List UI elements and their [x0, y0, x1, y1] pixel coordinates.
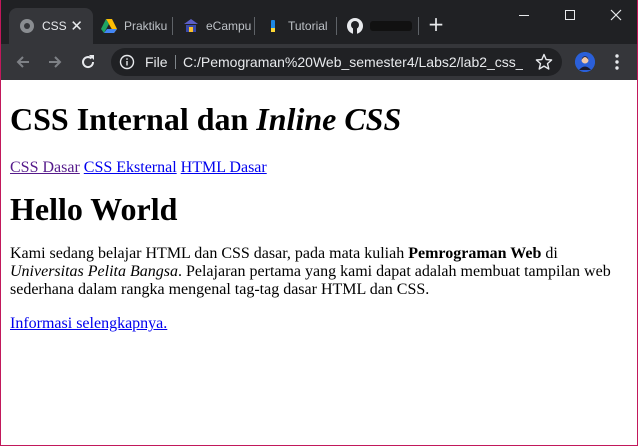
tab-strip: CSS ✕ Praktiku eCampu Tutorial + [1, 0, 637, 44]
avatar-icon [575, 52, 595, 72]
nav-links: CSS Dasar CSS Eksternal HTML Dasar [10, 159, 630, 177]
minimize-button[interactable] [501, 0, 547, 30]
page-content: CSS Internal dan Inline CSS CSS Dasar CS… [10, 101, 630, 333]
paragraph-bold-text: Pemrograman Web [408, 245, 542, 262]
tab-title: CSS [42, 19, 67, 33]
close-tab-icon[interactable]: ✕ [70, 19, 83, 34]
tutorial-icon [265, 18, 281, 34]
reload-icon [82, 55, 95, 69]
close-icon [610, 9, 622, 21]
new-tab-button[interactable]: + [426, 14, 446, 34]
paragraph-text: di [541, 245, 558, 262]
tab-css[interactable]: CSS ✕ [9, 8, 93, 44]
more-info-link[interactable]: Informasi selengkapnya. [10, 315, 167, 332]
more-info-paragraph: Informasi selengkapnya. [10, 315, 630, 333]
tab-title: eCampu [206, 19, 252, 33]
maximize-icon [565, 10, 575, 20]
scheme-label: File [145, 54, 168, 70]
tab-praktikum[interactable]: Praktiku [91, 8, 171, 44]
omnibox-divider [175, 55, 176, 69]
back-button[interactable] [11, 50, 35, 74]
nav-link-css-dasar[interactable]: CSS Dasar [10, 159, 80, 176]
globe-icon [19, 18, 35, 34]
tab-title: Tutorial [288, 19, 328, 33]
campus-icon [183, 18, 199, 34]
github-icon [347, 18, 363, 34]
browser-toolbar: File C:/Pemograman%20Web_semester4/Labs2… [1, 44, 637, 80]
kebab-menu-icon [615, 54, 619, 70]
arrow-left-icon [16, 56, 29, 68]
intro-paragraph: Kami sedang belajar HTML dan CSS dasar, … [10, 245, 630, 299]
page-title-italic: Inline CSS [256, 101, 402, 137]
page-title: CSS Internal dan Inline CSS [10, 101, 630, 138]
address-bar[interactable]: File C:/Pemograman%20Web_semester4/Labs2… [111, 48, 562, 76]
google-drive-icon [101, 18, 117, 34]
paragraph-text: Kami sedang belajar HTML dan CSS dasar, … [10, 245, 409, 262]
menu-button[interactable] [609, 52, 625, 72]
nav-link-css-eksternal[interactable]: CSS Eksternal [84, 159, 177, 176]
tab-ecampus[interactable]: eCampu [173, 8, 253, 44]
info-icon[interactable] [119, 54, 135, 70]
heading-hello-world: Hello World [10, 191, 178, 227]
page-viewport: CSS Internal dan Inline CSS CSS Dasar CS… [1, 80, 637, 445]
tab-separator [418, 17, 419, 35]
tab-title: Praktiku [124, 19, 168, 33]
reload-button[interactable] [76, 50, 100, 74]
forward-button[interactable] [43, 50, 67, 74]
close-window-button[interactable] [593, 0, 637, 30]
arrow-right-icon [49, 56, 62, 68]
bookmark-star-icon[interactable] [535, 53, 553, 71]
profile-avatar[interactable] [575, 52, 595, 72]
nav-link-html-dasar[interactable]: HTML Dasar [181, 159, 267, 176]
url-text[interactable]: C:/Pemograman%20Web_semester4/Labs2/lab2… [183, 54, 523, 70]
tab-github[interactable] [337, 8, 417, 44]
redacted-tab-title [370, 21, 412, 31]
tab-tutorial[interactable]: Tutorial [255, 8, 335, 44]
maximize-button[interactable] [547, 0, 593, 30]
page-title-text: CSS Internal dan [10, 101, 257, 137]
browser-window: CSS ✕ Praktiku eCampu Tutorial + File C:… [0, 0, 638, 446]
paragraph-italic-text: Universitas Pelita Bangsa [10, 263, 178, 280]
minimize-icon [519, 15, 529, 16]
